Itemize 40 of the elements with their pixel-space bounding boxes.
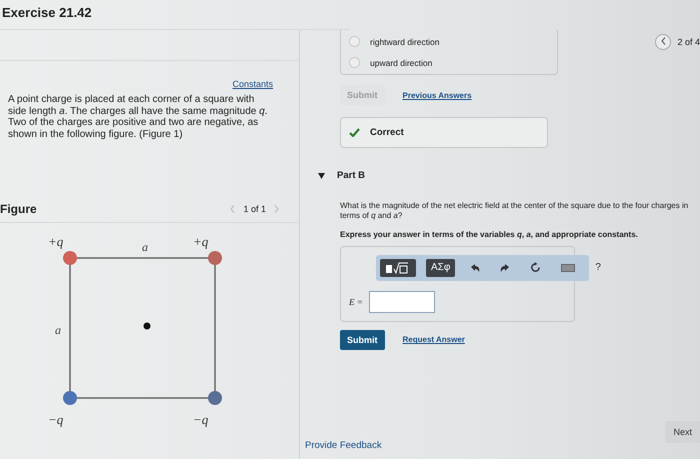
problem-pager: 2 of 4 bbox=[677, 37, 700, 47]
part-title: Part B bbox=[337, 170, 365, 181]
option-label: upward direction bbox=[370, 58, 432, 68]
submit-button[interactable]: Submit bbox=[340, 330, 384, 350]
exercise-title: Exercise 21.42 bbox=[0, 0, 350, 30]
side-label: a bbox=[142, 240, 148, 254]
check-icon bbox=[349, 128, 360, 137]
constants-link[interactable]: Constants bbox=[232, 79, 273, 89]
keyboard-icon bbox=[561, 264, 576, 272]
back-button[interactable] bbox=[655, 34, 672, 50]
undo-icon bbox=[470, 262, 480, 273]
templates-button[interactable] bbox=[380, 258, 416, 277]
charge-label: −q bbox=[48, 412, 64, 427]
charge-label: +q bbox=[48, 234, 64, 249]
option-label: rightward direction bbox=[370, 36, 440, 46]
problem-text: A point charge is placed at each corner of a square with side length a. The charges all have the same magnitude q. Two of the charges are positive and two are negative, as shown in the following figure. (Figure 1) bbox=[8, 94, 268, 140]
charge-label: −q bbox=[193, 412, 208, 427]
side-label: a bbox=[55, 323, 61, 337]
greek-button[interactable]: ΑΣφ bbox=[426, 258, 456, 277]
variable-label: E = bbox=[349, 296, 363, 307]
radio-button[interactable] bbox=[349, 36, 360, 47]
templates-icon bbox=[385, 262, 411, 274]
reset-icon bbox=[530, 262, 542, 274]
figure-pager: 1 of 1 bbox=[243, 204, 266, 214]
request-answer-link[interactable]: Request Answer bbox=[402, 335, 465, 344]
charge-label: +q bbox=[193, 234, 208, 249]
chevron-left-icon bbox=[660, 37, 666, 45]
help-button[interactable]: ? bbox=[590, 258, 606, 277]
instruction-text: Express your answer in terms of the variables q, a, and appropriate constants. bbox=[340, 230, 639, 239]
redo-icon bbox=[500, 262, 510, 273]
figure-title: Figure bbox=[0, 202, 37, 216]
radio-button[interactable] bbox=[349, 57, 360, 68]
collapse-triangle-icon[interactable] bbox=[318, 172, 325, 178]
next-button[interactable]: Next bbox=[665, 421, 700, 443]
previous-answers-link[interactable]: Previous Answers bbox=[402, 90, 472, 100]
question-text: What is the magnitude of the net electric field at the center of the square due to the four charges in terms of q and a? bbox=[340, 201, 690, 222]
answer-input[interactable] bbox=[368, 290, 435, 313]
center-point bbox=[144, 322, 150, 330]
feedback-link[interactable]: Provide Feedback bbox=[305, 440, 382, 451]
result-label: Correct bbox=[370, 127, 404, 138]
